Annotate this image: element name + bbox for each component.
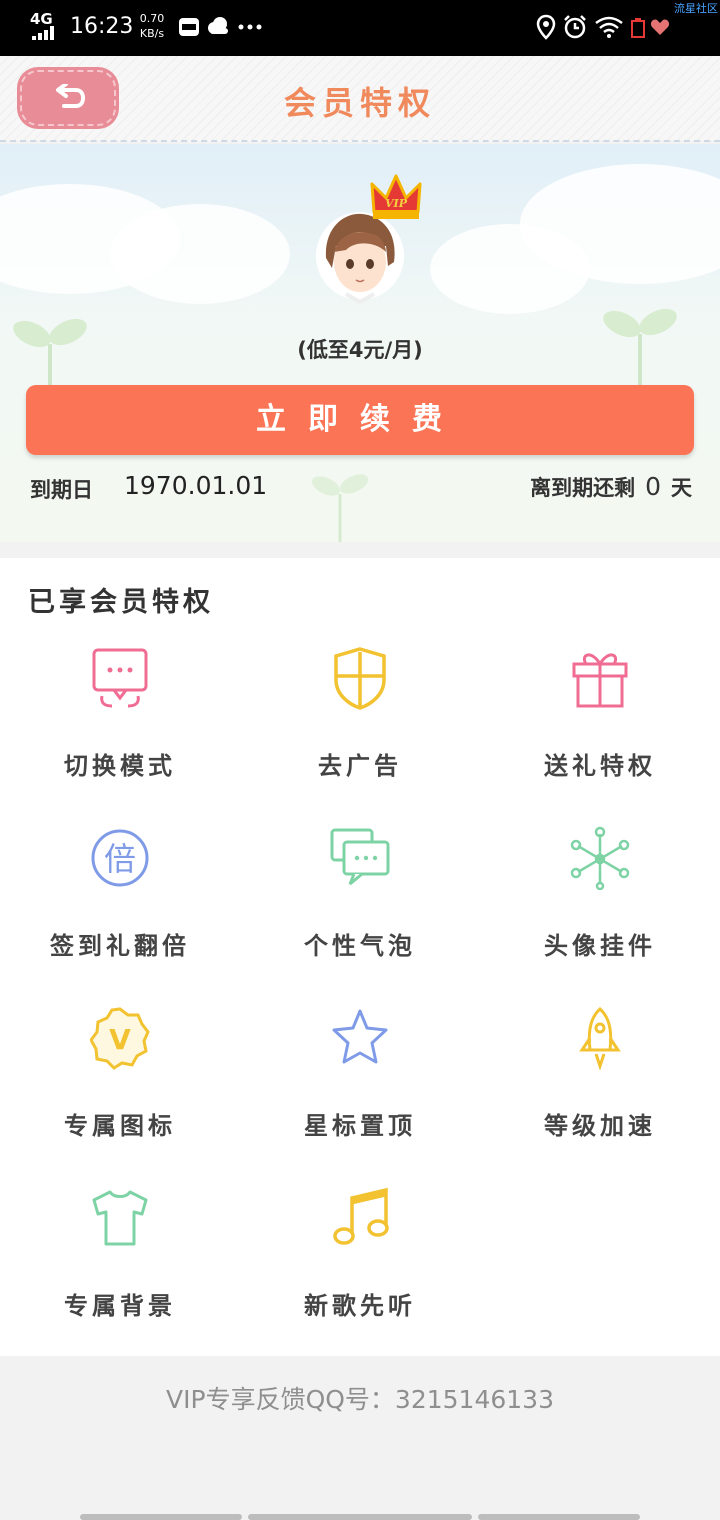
privilege-exclusive-icon[interactable]: V 专属图标 (0, 1006, 240, 1186)
privilege-new-songs[interactable]: 新歌先听 (240, 1186, 480, 1366)
privilege-label: 新歌先听 (304, 1292, 416, 1320)
cloud-decoration (110, 204, 290, 304)
privilege-label: 专属背景 (64, 1292, 176, 1320)
page-title: 会员特权 (283, 84, 436, 122)
vip-glyph: V (109, 1023, 131, 1056)
privilege-switch-mode[interactable]: 切换模式 (0, 646, 240, 826)
crown-text: VIP (385, 197, 408, 210)
privilege-double-checkin[interactable]: 倍 签到礼翻倍 (0, 826, 240, 1006)
nav-bar-segment[interactable] (248, 1514, 472, 1520)
vip-badge-icon: V (90, 1007, 150, 1070)
rocket-icon (579, 1006, 621, 1070)
status-bar: 4G 16:23 0.70 KB/s 流星社区 (0, 0, 720, 56)
expire-label: 到期日 (30, 478, 93, 502)
privilege-label: 头像挂件 (544, 932, 656, 960)
wifi-icon (595, 16, 623, 38)
feedback-qq: VIP专享反馈QQ号：3215146133 (166, 1385, 554, 1414)
nav-bar-segment[interactable] (80, 1514, 242, 1520)
heart-icon (650, 19, 670, 35)
privilege-label: 星标置顶 (304, 1112, 416, 1140)
privilege-bubble[interactable]: 个性气泡 (240, 826, 480, 1006)
cloud-decoration (430, 224, 590, 314)
cloud-icon (208, 17, 228, 34)
signal-icon (32, 26, 54, 40)
section-title: 已享会员特权 (28, 587, 214, 618)
battery-icon (631, 18, 645, 38)
privilege-label: 签到礼翻倍 (50, 932, 190, 960)
privilege-label: 送礼特权 (544, 752, 656, 780)
tshirt-icon (92, 1190, 148, 1246)
net-speed: 0.70 KB/s (139, 12, 165, 40)
remaining-days: 离到期还剩 0 天 (530, 472, 692, 501)
clock: 16:23 (70, 14, 134, 39)
music-note-icon (333, 1187, 389, 1245)
location-icon (536, 14, 556, 40)
title-bar: 会员特权 (0, 56, 720, 142)
price-note: (低至4元/月) (297, 338, 423, 362)
double-icon: 倍 (91, 829, 149, 887)
bubble-icon (330, 828, 390, 886)
gift-icon (572, 653, 628, 708)
privilege-gift[interactable]: 送礼特权 (480, 646, 720, 826)
pendant-icon (570, 826, 630, 890)
privilege-label: 切换模式 (64, 752, 176, 780)
renew-button[interactable]: 立即续费 (26, 385, 694, 455)
crown-icon: VIP (370, 174, 422, 219)
star-icon (332, 1009, 388, 1064)
privilege-label: 去广告 (318, 752, 402, 780)
privilege-level-boost[interactable]: 等级加速 (480, 1006, 720, 1186)
expire-date: 1970.01.01 (124, 471, 268, 500)
shield-icon (334, 647, 386, 710)
privilege-label: 个性气泡 (304, 932, 416, 960)
privilege-background[interactable]: 专属背景 (0, 1186, 240, 1366)
corner-watermark: 流星社区 (674, 2, 718, 15)
vivo-app-icon (179, 18, 199, 36)
privilege-label: 专属图标 (64, 1112, 176, 1140)
privilege-star-top[interactable]: 星标置顶 (240, 1006, 480, 1186)
nav-bar-segment[interactable] (478, 1514, 640, 1520)
privilege-avatar-pendant[interactable]: 头像挂件 (480, 826, 720, 1006)
privilege-label: 等级加速 (544, 1112, 656, 1140)
more-icon (238, 24, 262, 30)
alarm-icon (564, 15, 586, 39)
privilege-panel: 已享会员特权 切换模式 去广告 送礼特权 倍 签到礼翻倍 个性气泡 头像挂件 V… (0, 558, 720, 1356)
vip-banner: VIP (低至4元/月) 立即续费 到期日 1970.01.01 离到期还剩 0 天 (0, 144, 720, 542)
chat-switch-icon (92, 648, 148, 708)
privilege-no-ads[interactable]: 去广告 (240, 646, 480, 826)
double-glyph: 倍 (104, 840, 136, 878)
sprout-decoration (311, 474, 369, 542)
